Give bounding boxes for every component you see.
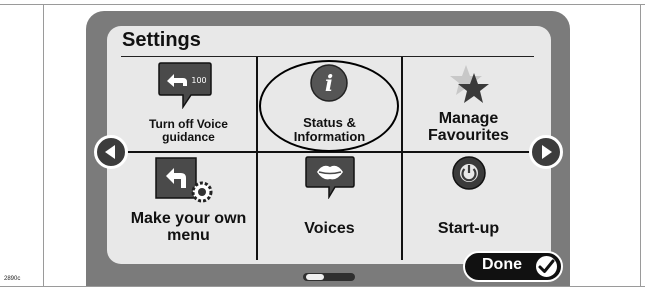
done-button-label: Done [482, 256, 522, 273]
next-page-button[interactable] [529, 135, 563, 169]
custom-menu-gear-icon [155, 157, 213, 203]
checkmark-icon [534, 254, 559, 279]
menu-item-label: Voices [258, 220, 401, 238]
previous-page-button[interactable] [94, 135, 128, 169]
figure-frame-right [640, 4, 641, 287]
label-line-1: Manage [438, 110, 499, 127]
label-line-1: Voices [304, 220, 355, 237]
lips-speech-icon [305, 156, 355, 199]
menu-item-label: Make your own menu [121, 210, 256, 245]
voice-icon-volume-text: 100 [191, 76, 206, 85]
label-line-2: guidance [162, 129, 215, 144]
label-line-1: Turn off Voice [149, 117, 228, 131]
figure-frame-bottom [0, 286, 645, 287]
label-line-1: Start-up [437, 220, 500, 237]
figure-frame-top [0, 4, 645, 5]
label-line-1: Make your own [130, 210, 247, 227]
menu-item-start-up[interactable]: Start-up [403, 153, 534, 260]
arrow-left-icon [105, 145, 115, 159]
label-line-2: Favourites [428, 126, 509, 144]
menu-item-make-your-own-menu[interactable]: Make your own menu [121, 153, 256, 260]
page-indicator-current [306, 274, 324, 280]
favourites-star-icon [450, 65, 489, 103]
menu-item-label: Turn off Voice guidance [121, 118, 256, 143]
menu-item-label: Start-up [403, 220, 534, 238]
menu-item-voices[interactable]: Voices [258, 153, 401, 260]
menu-item-label: Manage Favourites [403, 110, 534, 145]
figure-frame-left [43, 4, 44, 287]
voice-guidance-icon: 100 [158, 62, 212, 109]
page-title: Settings [122, 29, 201, 51]
menu-item-turn-off-voice-guidance[interactable]: 100 Turn off Voice guidance [121, 57, 256, 151]
menu-item-manage-favourites[interactable]: Manage Favourites [403, 57, 534, 151]
arrow-right-icon [542, 145, 552, 159]
figure-code: 2890c [4, 276, 21, 282]
label-line-2: menu [167, 226, 210, 244]
highlight-ellipse [259, 60, 399, 152]
power-icon [452, 156, 486, 190]
